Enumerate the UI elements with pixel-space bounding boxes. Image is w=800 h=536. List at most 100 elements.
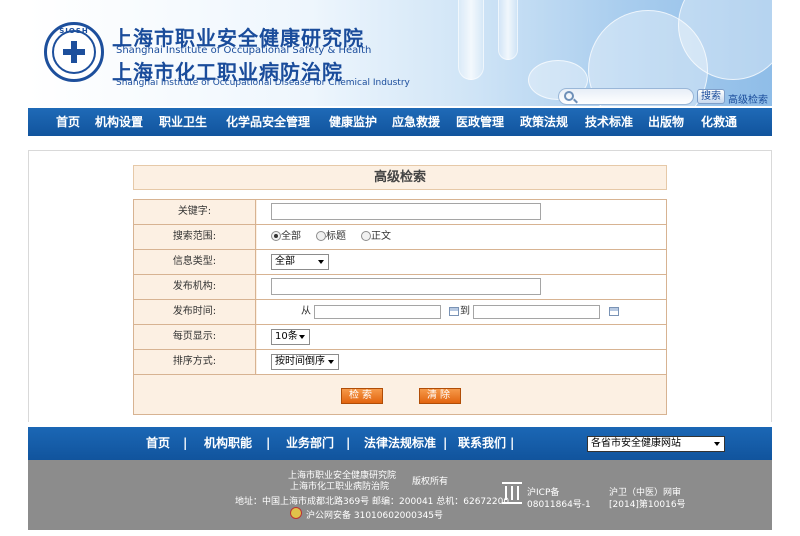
nav-item-emergency-rescue[interactable]: 应急救援 <box>392 108 440 136</box>
scope-radio-title[interactable] <box>316 231 326 241</box>
footer-separator: | <box>510 436 515 450</box>
footer-link-functions[interactable]: 机构职能 <box>204 427 252 460</box>
footer-police-record[interactable]: 沪公网安备 31010602000345号 <box>306 508 443 521</box>
advanced-search-form: 关键字: 搜索范围: 全部 标题 正文 信息类型: 全部 发布机构: 发布时间:… <box>133 199 667 415</box>
publish-time-label: 发布时间: <box>134 300 256 324</box>
sort-value: 按时间倒序 <box>275 356 325 367</box>
nav-item-organization[interactable]: 机构设置 <box>95 108 143 136</box>
nav-item-chemical-safety[interactable]: 化学品安全管理 <box>226 108 310 136</box>
institute-name-en-2: Shanghai Institute of Occupational Disea… <box>116 78 410 88</box>
icp-badge-bar <box>505 486 507 500</box>
publisher-label: 发布机构: <box>134 275 256 299</box>
icp-badge-bar <box>502 482 522 484</box>
advanced-search-title: 高级检索 <box>133 165 667 190</box>
info-type-value: 全部 <box>275 256 295 267</box>
keyword-input[interactable] <box>271 203 541 220</box>
search-icon <box>564 91 574 101</box>
footer-separator: | <box>443 436 448 450</box>
nav-item-publications[interactable]: 出版物 <box>648 108 684 136</box>
nav-item-health-monitoring[interactable]: 健康监护 <box>329 108 377 136</box>
nav-item-chem-rescue[interactable]: 化救通 <box>701 108 737 136</box>
info-type-select[interactable]: 全部 <box>271 254 329 270</box>
police-badge-icon <box>290 507 302 519</box>
publisher-cell <box>257 275 666 299</box>
keyword-cell <box>257 200 666 224</box>
chevron-down-icon <box>328 360 334 364</box>
nav-item-occupational-health[interactable]: 职业卫生 <box>159 108 207 136</box>
per-page-row: 每页显示: 10条 <box>134 325 666 350</box>
chevron-down-icon <box>714 442 720 446</box>
date-to-input[interactable] <box>473 305 600 319</box>
nav-item-standards[interactable]: 技术标准 <box>585 108 633 136</box>
advanced-search-link[interactable]: 高级检索 <box>728 91 768 106</box>
footer-org-name-2: 上海市化工职业病防治院 <box>290 482 390 492</box>
info-type-cell: 全部 <box>257 250 666 274</box>
scope-option-all[interactable]: 全部 <box>281 225 301 249</box>
test-tube-decoration <box>498 0 518 60</box>
medical-cross-icon <box>63 41 85 63</box>
footer-separator: | <box>346 436 351 450</box>
footer-nav: 首页 | 机构职能 | 业务部门 | 法律法规标准 | 联系我们 | 各省市安全… <box>28 427 772 460</box>
footer-link-departments[interactable]: 业务部门 <box>286 427 334 460</box>
sort-row: 排序方式: 按时间倒序 <box>134 350 666 375</box>
publish-time-row: 发布时间: 从 到 <box>134 300 666 325</box>
icp-badge-bar <box>511 486 513 500</box>
sort-cell: 按时间倒序 <box>257 350 666 374</box>
publisher-input[interactable] <box>271 278 541 295</box>
regional-sites-select[interactable]: 各省市安全健康网站 <box>587 436 725 452</box>
keyword-label: 关键字: <box>134 200 256 224</box>
date-from-label: 从 <box>301 306 311 317</box>
publish-time-cell: 从 到 <box>257 300 666 324</box>
keyword-row: 关键字: <box>134 200 666 225</box>
logo-abbr: SIOSH <box>59 27 89 35</box>
scope-option-body[interactable]: 正文 <box>371 225 391 249</box>
footer-separator: | <box>183 436 188 450</box>
scope-option-title[interactable]: 标题 <box>326 225 346 249</box>
footer-icp-line2[interactable]: 08011864号-1 <box>527 497 591 510</box>
icp-badge-bar <box>517 486 519 500</box>
icp-badge-bar <box>502 502 522 504</box>
clear-button[interactable]: 清除 <box>419 388 461 404</box>
footer-health-line2[interactable]: [2014]第10016号 <box>609 497 686 510</box>
institute-name-en-1: Shanghai Institute of Occupational Safet… <box>116 45 372 56</box>
scope-row: 搜索范围: 全部 标题 正文 <box>134 225 666 250</box>
nav-item-home[interactable]: 首页 <box>56 108 80 136</box>
info-type-row: 信息类型: 全部 <box>134 250 666 275</box>
icp-badge-icon <box>502 482 522 504</box>
chevron-down-icon <box>318 260 324 264</box>
nav-item-medical-admin[interactable]: 医政管理 <box>456 108 504 136</box>
per-page-value: 10条 <box>275 331 298 342</box>
publisher-row: 发布机构: <box>134 275 666 300</box>
test-tube-decoration <box>458 0 484 80</box>
footer-link-regulations[interactable]: 法律法规标准 <box>364 427 436 460</box>
sort-select[interactable]: 按时间倒序 <box>271 354 339 370</box>
footer-separator: | <box>266 436 271 450</box>
date-to-label: 到 <box>460 306 470 317</box>
footer-link-home[interactable]: 首页 <box>146 427 170 460</box>
per-page-cell: 10条 <box>257 325 666 349</box>
main-content: 高级检索 关键字: 搜索范围: 全部 标题 正文 信息类型: 全部 发布机构: … <box>28 150 772 422</box>
page: SIOSH 上海市职业安全健康研究院 Shanghai Institute of… <box>28 0 772 536</box>
info-type-label: 信息类型: <box>134 250 256 274</box>
institute-logo[interactable]: SIOSH <box>44 22 104 82</box>
date-from-input[interactable] <box>314 305 441 319</box>
scope-radio-body[interactable] <box>361 231 371 241</box>
footer-address: 地址：中国上海市成都北路369号 邮编：200041 总机：62672200 <box>235 497 510 507</box>
footer-link-contact[interactable]: 联系我们 <box>458 427 506 460</box>
per-page-select[interactable]: 10条 <box>271 329 310 345</box>
chevron-down-icon <box>299 335 305 339</box>
regional-sites-value: 各省市安全健康网站 <box>591 438 681 449</box>
footer-rights: 版权所有 <box>412 477 449 487</box>
site-search-button[interactable]: 搜索 <box>697 89 725 104</box>
calendar-icon[interactable] <box>609 307 619 316</box>
per-page-label: 每页显示: <box>134 325 256 349</box>
calendar-icon[interactable] <box>449 307 459 316</box>
nav-item-policy[interactable]: 政策法规 <box>520 108 568 136</box>
search-submit-button[interactable]: 检索 <box>341 388 383 404</box>
footer-copyright: 上海市职业安全健康研究院 上海市化工职业病防治院 版权所有 地址：中国上海市成都… <box>28 460 772 530</box>
sort-label: 排序方式: <box>134 350 256 374</box>
scope-radio-all[interactable] <box>271 231 281 241</box>
main-nav: 首页 机构设置 职业卫生 化学品安全管理 健康监护 应急救援 医政管理 政策法规… <box>28 108 772 136</box>
site-search-input[interactable] <box>578 90 690 103</box>
scope-label: 搜索范围: <box>134 225 256 249</box>
